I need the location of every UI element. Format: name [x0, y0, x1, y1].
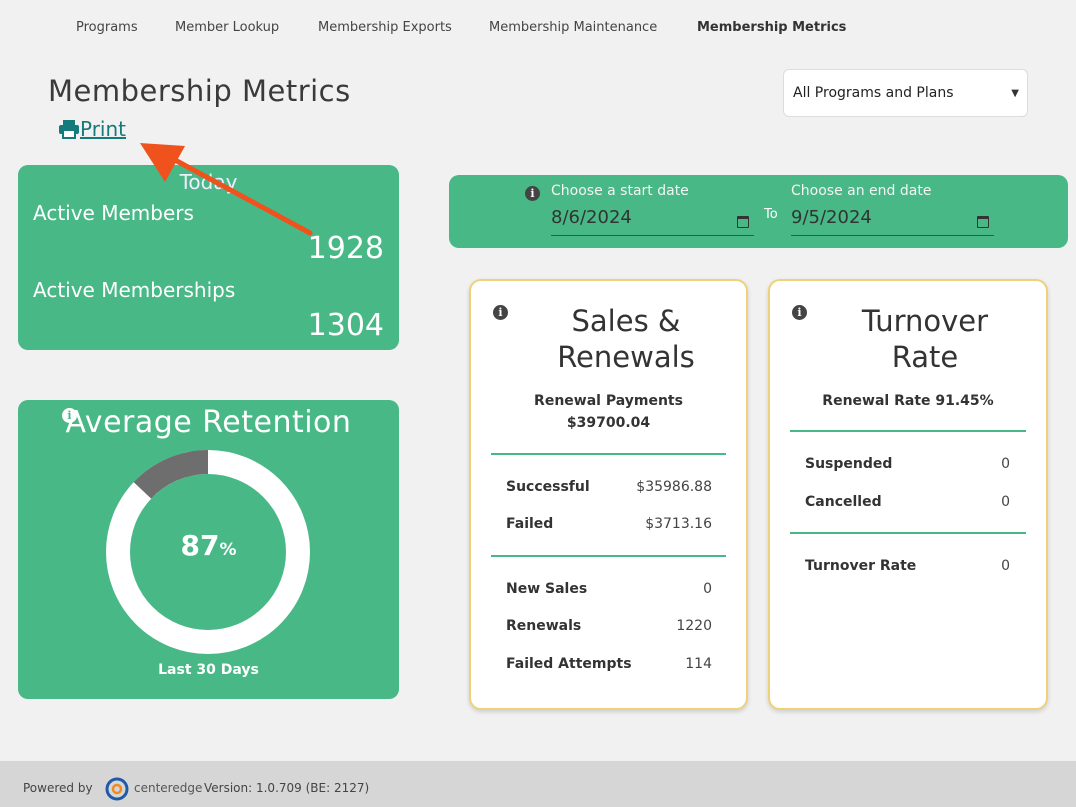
start-date-underline: [551, 235, 754, 236]
suspended-value: 0: [1001, 456, 1010, 472]
renewal-payments-label: Renewal Payments: [534, 393, 683, 409]
active-members-label: Active Members: [33, 201, 194, 225]
caret-down-icon: ▼: [1011, 88, 1019, 99]
start-date-label: Choose a start date: [551, 183, 689, 199]
divider: [790, 532, 1026, 534]
renewals-value: 1220: [676, 618, 712, 634]
nav-item-membership-exports[interactable]: Membership Exports: [318, 20, 452, 35]
page-title: Membership Metrics: [48, 74, 351, 108]
turnover-title-line2: Rate: [891, 340, 959, 374]
print-label: Print: [80, 117, 127, 141]
sales-renewals-card: i Sales & Renewals Renewal Payments $397…: [469, 279, 748, 710]
version-label: Version: 1.0.709 (BE: 2127): [204, 781, 370, 795]
end-date-input[interactable]: 9/5/2024: [791, 207, 872, 228]
renewals-label: Renewals: [506, 618, 582, 634]
start-date-input[interactable]: 8/6/2024: [551, 207, 632, 228]
divider: [491, 453, 726, 455]
nav-item-member-lookup[interactable]: Member Lookup: [175, 20, 279, 35]
nav-item-membership-metrics[interactable]: Membership Metrics: [697, 20, 846, 35]
turnover-rate-title: Turnover Rate: [770, 303, 1076, 375]
turnover-title-line1: Turnover: [861, 304, 989, 338]
info-icon[interactable]: i: [525, 186, 540, 201]
successful-label: Successful: [506, 479, 590, 495]
renewal-payments-value: $39700.04: [566, 415, 651, 431]
powered-by-label: Powered by: [23, 781, 93, 795]
nav-item-membership-maintenance[interactable]: Membership Maintenance: [489, 20, 657, 35]
end-date-label: Choose an end date: [791, 183, 932, 199]
program-plan-select[interactable]: All Programs and Plans ▼: [783, 69, 1028, 117]
footer: Powered by centeredge Version: 1.0.709 (…: [0, 761, 1076, 807]
active-members-value: 1928: [307, 231, 384, 266]
sales-renewals-title: Sales & Renewals: [471, 303, 781, 375]
failed-attempts-value: 114: [685, 656, 712, 672]
successful-value: $35986.88: [636, 479, 712, 495]
retention-percent-sign: %: [219, 540, 237, 560]
renewal-payments: Renewal Payments $39700.04: [471, 390, 746, 434]
turnover-rate-value: 0: [1001, 558, 1010, 574]
top-nav: Programs Member Lookup Membership Export…: [0, 0, 1076, 58]
suspended-label: Suspended: [805, 456, 893, 472]
calendar-icon[interactable]: [977, 216, 989, 228]
centeredge-brand: centeredge: [134, 781, 203, 795]
calendar-icon[interactable]: [737, 216, 749, 228]
today-card: Today Active Members 1928 Active Members…: [18, 165, 399, 350]
sales-title-line1: Sales &: [571, 304, 681, 338]
end-date-underline: [791, 235, 994, 236]
renewal-rate: Renewal Rate 91.45%: [822, 393, 994, 409]
date-range-bar: [449, 175, 1068, 248]
new-sales-value: 0: [703, 581, 712, 597]
sales-title-line2: Renewals: [557, 340, 695, 374]
divider: [790, 430, 1026, 432]
average-retention-title: Average Retention: [65, 405, 352, 440]
nav-item-programs[interactable]: Programs: [76, 20, 138, 35]
new-sales-label: New Sales: [506, 581, 588, 597]
turnover-rate-label: Turnover Rate: [805, 558, 917, 574]
failed-value: $3713.16: [645, 516, 712, 532]
turnover-rate-card: i Turnover Rate Renewal Rate 91.45% Susp…: [768, 279, 1048, 710]
printer-icon: [59, 120, 79, 139]
retention-remainder-arc: [133, 450, 209, 499]
active-memberships-value: 1304: [307, 308, 384, 343]
cancelled-value: 0: [1001, 494, 1010, 510]
cancelled-label: Cancelled: [805, 494, 882, 510]
retention-percent: 87%: [18, 529, 399, 562]
failed-attempts-label: Failed Attempts: [506, 656, 632, 672]
to-label: To: [764, 207, 778, 222]
today-label: Today: [179, 170, 238, 194]
retention-percent-value: 87: [180, 529, 220, 562]
retention-period: Last 30 Days: [158, 662, 259, 678]
print-link[interactable]: Print: [58, 117, 126, 141]
failed-label: Failed: [506, 516, 554, 532]
active-memberships-label: Active Memberships: [33, 278, 236, 302]
centeredge-logo-icon: [105, 777, 129, 801]
program-plan-select-value: All Programs and Plans: [793, 85, 954, 101]
divider: [491, 555, 726, 557]
average-retention-card: i Average Retention 87% Last 30 Days: [18, 400, 399, 699]
